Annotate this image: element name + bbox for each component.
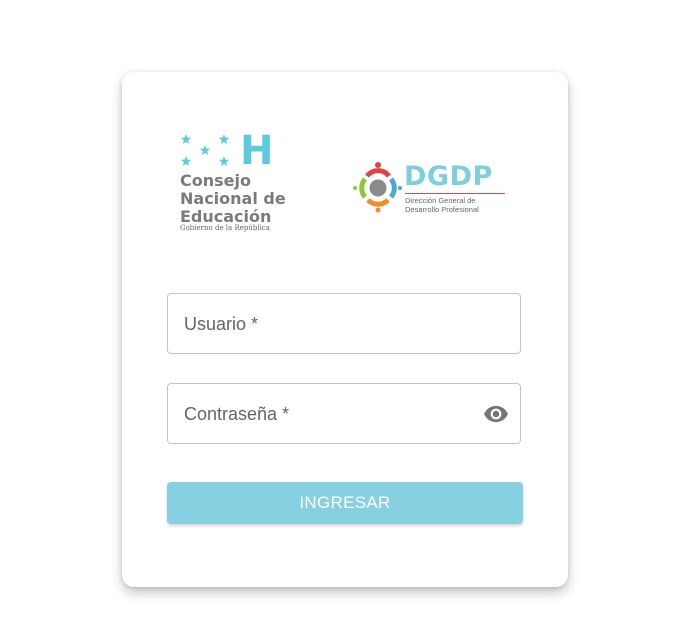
password-field[interactable]: Contraseña *	[167, 383, 521, 444]
cne-subtitle: Gobierno de la República	[180, 224, 270, 232]
cne-logo: H Consejo Nacional de Educación Gobierno…	[180, 128, 310, 234]
dgdp-subtitle-line: Dirección General de	[405, 196, 476, 205]
cne-name: Consejo Nacional de Educación	[180, 172, 310, 226]
dgdp-subtitle-line: Desarrollo Profesional	[405, 205, 479, 214]
dgdp-title: DGDP	[404, 161, 493, 192]
login-card: H Consejo Nacional de Educación Gobierno…	[122, 72, 568, 587]
cne-name-line: Consejo	[180, 171, 251, 190]
cne-letter: H	[240, 128, 274, 174]
cne-name-line: Nacional de	[180, 189, 286, 208]
dgdp-emblem-icon	[353, 162, 402, 213]
ingresar-button[interactable]: INGRESAR	[167, 482, 523, 524]
dgdp-divider	[405, 193, 505, 194]
password-input[interactable]	[168, 384, 520, 443]
username-input[interactable]	[168, 294, 520, 353]
username-field[interactable]: Usuario *	[167, 293, 521, 354]
dgdp-subtitle: Dirección General de Desarrollo Profesio…	[405, 196, 479, 214]
eye-icon[interactable]	[482, 401, 510, 427]
dgdp-logo: DGDP Dirección General de Desarrollo Pro…	[352, 162, 512, 218]
stars-icon	[180, 134, 230, 166]
